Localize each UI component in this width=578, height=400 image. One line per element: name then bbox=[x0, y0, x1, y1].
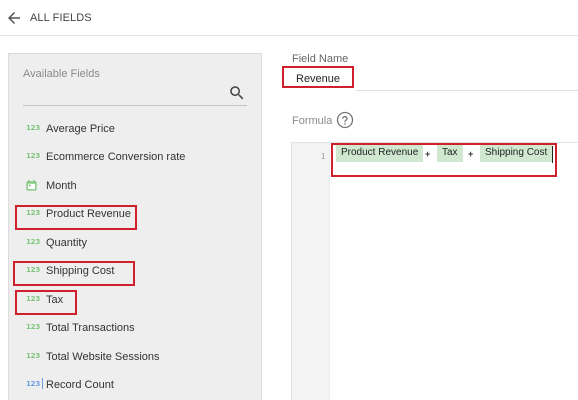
back-arrow-icon[interactable] bbox=[5, 9, 23, 27]
formula-operator-plus: + bbox=[468, 149, 474, 159]
field-name-input[interactable] bbox=[282, 66, 354, 88]
field-label: Ecommerce Conversion rate bbox=[46, 151, 186, 163]
help-icon[interactable] bbox=[336, 111, 354, 129]
line-number: 1 bbox=[321, 152, 326, 161]
field-item-record-count[interactable]: 123 Record Count bbox=[9, 374, 263, 398]
page-title: ALL FIELDS bbox=[30, 12, 92, 24]
field-label: Month bbox=[46, 180, 77, 192]
number-type-icon: 123 bbox=[26, 266, 41, 274]
formula-token-shipping-cost[interactable]: Shipping Cost bbox=[480, 145, 553, 162]
field-item-tax[interactable]: 123 Tax bbox=[9, 289, 263, 313]
top-bar: ALL FIELDS bbox=[0, 0, 578, 36]
available-fields-label: Available Fields bbox=[23, 68, 100, 80]
field-item-total-transactions[interactable]: 123 Total Transactions bbox=[9, 317, 263, 341]
record-count-icon: 123 bbox=[26, 378, 44, 389]
formula-editor[interactable]: 1 Product Revenue + Tax + Shipping Cost bbox=[291, 142, 578, 400]
line-gutter: 1 bbox=[292, 143, 330, 400]
search-icon[interactable] bbox=[228, 84, 246, 102]
calendar-icon bbox=[26, 180, 37, 191]
number-type-icon: 123 bbox=[26, 295, 41, 303]
field-name-underline bbox=[356, 90, 578, 91]
field-label: Total Website Sessions bbox=[46, 351, 160, 363]
field-label: Shipping Cost bbox=[46, 265, 115, 277]
number-type-icon: 123 bbox=[26, 209, 41, 217]
field-label: Total Transactions bbox=[46, 322, 135, 334]
field-item-average-price[interactable]: 123 Average Price bbox=[9, 118, 263, 142]
number-type-icon: 123 bbox=[26, 124, 41, 132]
field-item-ecommerce-conversion-rate[interactable]: 123 Ecommerce Conversion rate bbox=[9, 146, 263, 170]
text-cursor bbox=[552, 146, 553, 163]
number-type-icon: 123 bbox=[26, 238, 41, 246]
formula-label: Formula bbox=[292, 115, 333, 127]
number-type-icon: 123 bbox=[26, 152, 41, 160]
formula-operator-plus: + bbox=[425, 149, 431, 159]
field-label: Product Revenue bbox=[46, 208, 131, 220]
formula-token-product-revenue[interactable]: Product Revenue bbox=[336, 145, 424, 162]
field-label: Quantity bbox=[46, 237, 87, 249]
field-item-total-website-sessions[interactable]: 123 Total Website Sessions bbox=[9, 346, 263, 370]
formula-token-tax[interactable]: Tax bbox=[437, 145, 463, 162]
number-type-icon: 123 bbox=[26, 352, 41, 360]
field-label: Record Count bbox=[46, 379, 114, 391]
field-item-quantity[interactable]: 123 Quantity bbox=[9, 232, 263, 256]
field-name-label: Field Name bbox=[292, 53, 349, 65]
search-input[interactable] bbox=[23, 105, 247, 106]
available-fields-panel: Available Fields 123 Average Price 123 E… bbox=[8, 53, 262, 400]
field-item-product-revenue[interactable]: 123 Product Revenue bbox=[9, 203, 263, 227]
field-item-shipping-cost[interactable]: 123 Shipping Cost bbox=[9, 260, 263, 284]
field-item-month[interactable]: Month bbox=[9, 175, 263, 199]
number-type-icon: 123 bbox=[26, 323, 41, 331]
formula-highlight-box: Product Revenue + Tax + Shipping Cost bbox=[331, 143, 557, 177]
field-label: Tax bbox=[46, 294, 64, 306]
field-label: Average Price bbox=[46, 123, 115, 135]
